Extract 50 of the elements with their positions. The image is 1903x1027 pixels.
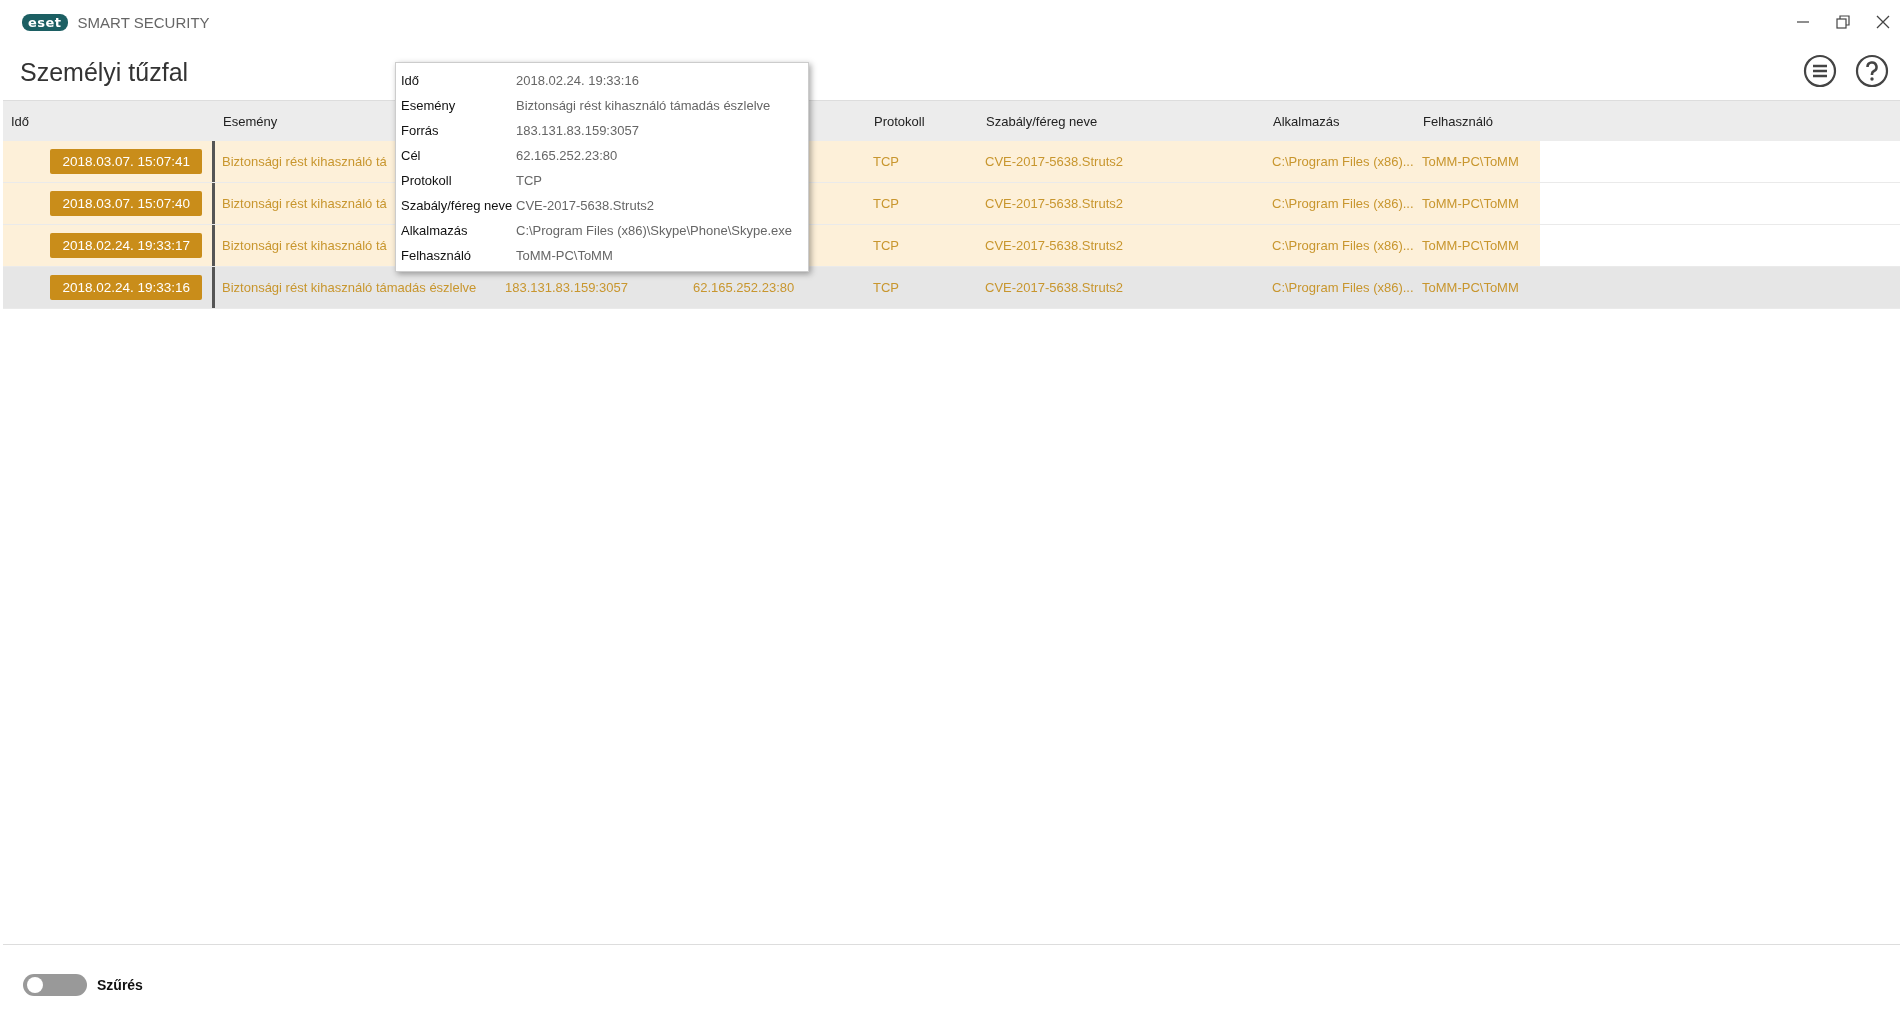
time-badge: 2018.02.24. 19:33:16 (50, 275, 202, 300)
menu-icon[interactable] (1803, 54, 1837, 88)
table-cell: C:\Program Files (x86)... (1265, 183, 1415, 224)
page-title: Személyi tűzfal (20, 57, 189, 87)
tooltip-value: Biztonsági rést kihasználó támadás észlelve (516, 98, 771, 113)
table-cell: CVE-2017-5638.Struts2 (978, 225, 1265, 266)
table-cell: C:\Program Files (x86)... (1265, 141, 1415, 182)
tooltip-label: Idő (401, 73, 420, 88)
tooltip-value: 62.165.252.23:80 (516, 148, 618, 163)
table-cell: CVE-2017-5638.Struts2 (978, 141, 1265, 182)
table-cell-text: ToMM-PC\ToMM (1421, 279, 1520, 297)
app-name: SMART SECURITY (77, 13, 210, 31)
table-cell: ToMM-PC\ToMM (1415, 183, 1540, 224)
filter-label: Szűrés (97, 977, 143, 993)
tooltip-label: Felhasználó (401, 248, 472, 263)
table-cell-text: TCP (872, 279, 900, 297)
tooltip-value: C:\Program Files (x86)\Skype\Phone\Skype.exe (516, 223, 792, 238)
restore-icon[interactable] (1836, 15, 1850, 29)
tooltip-value: ToMM-PC\ToMM (516, 248, 613, 263)
table-cell: C:\Program Files (x86)... (1265, 225, 1415, 266)
table-cell-text: CVE-2017-5638.Struts2 (984, 279, 1125, 297)
tooltip-value: 183.131.83.159:3057 (516, 123, 639, 138)
tooltip-value: CVE-2017-5638.Struts2 (516, 198, 655, 213)
column-header[interactable]: Alkalmazás (1265, 113, 1415, 129)
filter-toggle[interactable] (23, 974, 87, 996)
table-cell: 62.165.252.23:80 (693, 280, 795, 295)
table-cell: ToMM-PC\ToMM (1415, 141, 1540, 182)
tooltip-label: Esemény (401, 98, 456, 113)
table-cell: TCP (866, 141, 978, 182)
tooltip-label: Cél (401, 148, 421, 163)
tooltip-label: Forrás (401, 123, 439, 138)
time-badge: 2018.03.07. 15:07:40 (50, 191, 202, 216)
table-cell: TCP (866, 225, 978, 266)
tooltip-label: Alkalmazás (401, 223, 468, 238)
time-badge: 2018.03.07. 15:07:41 (50, 149, 202, 174)
column-header[interactable]: Szabály/féreg neve (978, 113, 1265, 129)
table-cell: CVE-2017-5638.Struts2 (978, 183, 1265, 224)
column-header[interactable]: Idő (3, 113, 215, 129)
table-cell: ToMM-PC\ToMM (1415, 225, 1540, 266)
help-icon[interactable] (1855, 54, 1889, 88)
time-badge: 2018.02.24. 19:33:17 (50, 233, 202, 258)
table-cell: 183.131.83.159:3057 (505, 280, 628, 295)
column-header[interactable]: Protokoll (866, 113, 978, 129)
table-cell-text: Biztonsági rést kihasználó támadás észlelve (221, 279, 478, 297)
tooltip-value: 2018.02.24. 19:33:16 (516, 73, 639, 88)
table-cell: TCP (866, 183, 978, 224)
app-logo: eset (22, 13, 68, 31)
table-cell-text: C:\Program Files (x86)... (1271, 279, 1415, 297)
column-header[interactable]: Felhasználó (1415, 113, 1540, 129)
close-icon[interactable] (1876, 15, 1890, 29)
